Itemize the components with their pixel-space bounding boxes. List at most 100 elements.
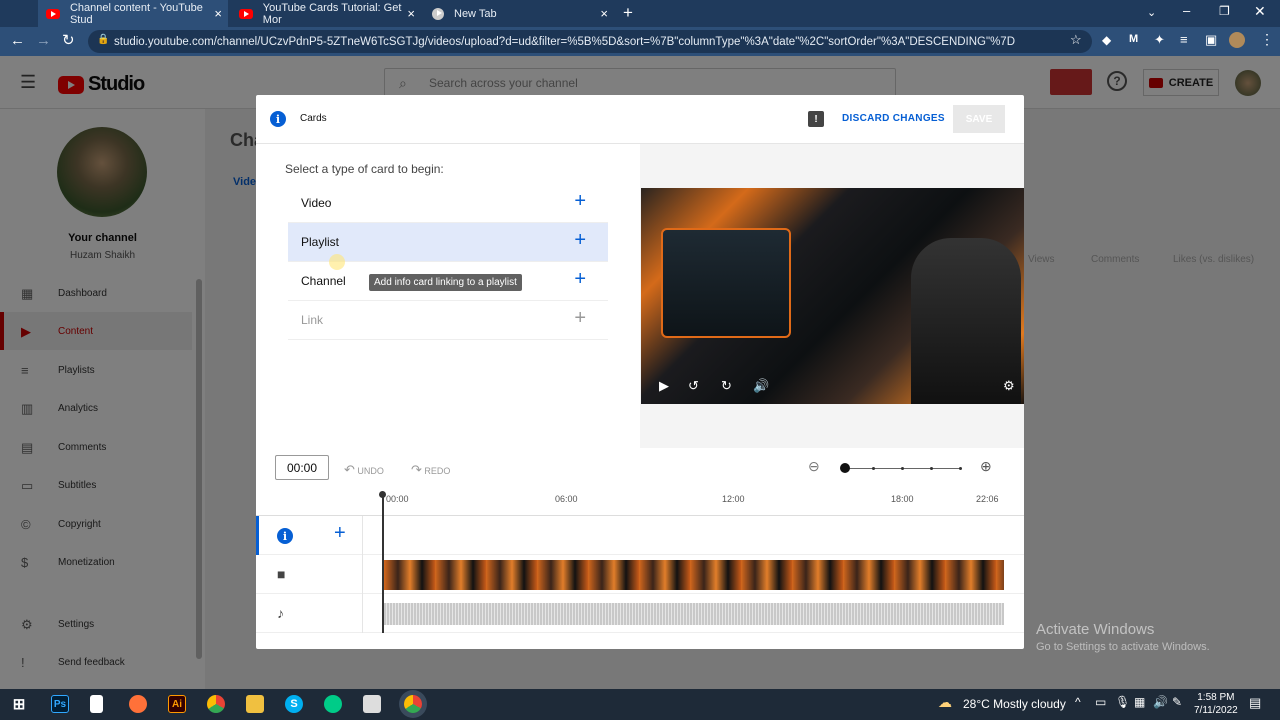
video-thumbnails-strip[interactable] <box>384 560 1004 590</box>
info-card-icon: i <box>277 528 293 544</box>
back-icon[interactable]: ← <box>10 32 25 49</box>
tab-search-icon[interactable]: ⌄ <box>1147 6 1156 19</box>
card-type-link[interactable]: Link + <box>288 301 608 340</box>
add-icon[interactable]: + <box>574 190 586 213</box>
audio-waveform[interactable] <box>384 603 1004 625</box>
restore-icon[interactable]: ❐ <box>1219 4 1230 18</box>
tab-title: YouTube Cards Tutorial: Get Mor <box>262 1 402 26</box>
forward-icon[interactable]: → <box>36 32 51 49</box>
video-frame-screen <box>661 228 791 338</box>
video-player[interactable]: ▶ ↺ ↻ 🔊 ⚙ <box>641 188 1024 404</box>
card-type-label: Channel <box>301 274 346 288</box>
chrome-favicon-icon <box>432 7 444 20</box>
file-explorer-icon[interactable] <box>246 695 264 713</box>
profile-avatar[interactable] <box>1229 32 1245 48</box>
bookmark-star-icon[interactable]: ☆ <box>1070 32 1082 48</box>
ruler-tick: 12:00 <box>722 494 745 504</box>
cards-editor-dialog: i Cards ! DISCARD CHANGES SAVE Select a … <box>256 95 1024 649</box>
dialog-title: Cards <box>300 113 327 124</box>
info-icon: i <box>270 111 286 127</box>
system-clock[interactable]: 1:58 PM 7/11/2022 <box>1194 691 1238 717</box>
rewind-icon[interactable]: ↺ <box>688 378 699 394</box>
undo-label: UNDO <box>357 466 384 476</box>
redo-label: REDO <box>424 466 451 476</box>
volume-icon[interactable]: 🔊 <box>753 378 769 394</box>
minimize-icon[interactable]: – <box>1183 3 1190 18</box>
music-note-icon: ♪ <box>277 605 284 621</box>
weather-text[interactable]: 28°C Mostly cloudy <box>963 697 1066 711</box>
side-panel-icon[interactable]: ▣ <box>1205 32 1217 48</box>
pen-icon[interactable]: ✎ <box>1172 695 1182 709</box>
tab-new-tab[interactable]: New Tab × <box>424 0 614 27</box>
card-type-prompt: Select a type of card to begin: <box>285 162 444 176</box>
youtube-favicon-icon <box>239 8 253 19</box>
zoom-in-icon[interactable]: ⊕ <box>980 458 992 475</box>
play-icon[interactable]: ▶ <box>659 378 669 394</box>
zoom-step-dot <box>930 467 933 470</box>
playhead[interactable] <box>382 493 384 633</box>
undo-button[interactable]: ↶ UNDO <box>344 462 384 478</box>
tab-cards-tutorial[interactable]: YouTube Cards Tutorial: Get Mor × <box>231 0 421 27</box>
add-icon[interactable]: + <box>574 268 586 291</box>
save-button[interactable]: SAVE <box>953 105 1005 133</box>
activation-watermark-subtitle: Go to Settings to activate Windows. <box>1036 641 1210 653</box>
firefox-icon[interactable] <box>129 695 147 713</box>
notepad-icon[interactable] <box>363 695 381 713</box>
cards-track[interactable]: i + <box>256 516 1024 555</box>
playhead-handle[interactable] <box>379 491 386 498</box>
extension-icon[interactable]: ◆ <box>1102 33 1111 47</box>
discard-changes-button[interactable]: DISCARD CHANGES <box>842 113 945 124</box>
file-icon[interactable] <box>90 695 103 713</box>
track-selected-indicator <box>256 516 259 555</box>
more-menu-icon[interactable]: ⋮ <box>1260 31 1274 48</box>
photoshop-icon[interactable]: Ps <box>51 695 69 713</box>
cards-track-header: i + <box>256 516 363 555</box>
new-tab-button[interactable]: + <box>623 3 633 23</box>
timecode-input[interactable]: 00:00 <box>275 455 329 480</box>
add-icon[interactable]: + <box>574 307 586 330</box>
reading-list-icon[interactable]: ≡ <box>1180 32 1188 47</box>
close-tab-icon[interactable]: × <box>407 6 415 21</box>
network-icon[interactable]: ▦ <box>1134 695 1145 709</box>
reload-icon[interactable]: ↻ <box>62 31 75 49</box>
close-tab-icon[interactable]: × <box>214 6 222 21</box>
address-bar[interactable]: 🔒 studio.youtube.com/channel/UCzvPdnP5-5… <box>88 30 1092 53</box>
windows-start-icon[interactable]: ⊞ <box>10 695 28 713</box>
illustrator-icon[interactable]: Ai <box>168 695 186 713</box>
speaker-icon[interactable]: 🔊 <box>1153 695 1168 709</box>
chrome-icon[interactable] <box>207 695 225 713</box>
tray-device-icon[interactable]: ▭ <box>1095 695 1106 709</box>
tray-chevron-icon[interactable]: ^ <box>1075 695 1081 709</box>
forward-icon[interactable]: ↻ <box>721 378 732 394</box>
gmail-extension-icon[interactable]: M <box>1129 33 1138 45</box>
zoom-out-icon[interactable]: ⊖ <box>808 458 820 475</box>
edge-icon[interactable] <box>324 695 342 713</box>
ruler-tick: 00:00 <box>386 494 409 504</box>
clock-time: 1:58 PM <box>1197 692 1235 703</box>
feedback-icon[interactable]: ! <box>808 111 824 127</box>
weather-icon: ☁ <box>938 694 952 710</box>
close-window-icon[interactable]: ✕ <box>1254 3 1266 20</box>
zoom-step-dot <box>872 467 875 470</box>
close-tab-icon[interactable]: × <box>600 6 608 21</box>
card-type-video[interactable]: Video + <box>288 184 608 223</box>
skype-icon[interactable]: S <box>285 695 303 713</box>
youtube-favicon-icon <box>46 8 60 19</box>
zoom-step-dot <box>959 467 962 470</box>
add-icon[interactable]: + <box>574 229 586 252</box>
notifications-icon[interactable]: ▤ <box>1249 695 1261 711</box>
zoom-slider-handle[interactable] <box>840 463 850 473</box>
redo-button[interactable]: ↷ REDO <box>411 462 450 478</box>
microphone-icon[interactable]: 🎙 <box>1115 695 1130 709</box>
puzzle-icon[interactable]: ✦ <box>1154 32 1165 48</box>
chrome-active-icon[interactable] <box>404 695 422 713</box>
video-track-icon: ■ <box>277 566 286 582</box>
settings-gear-icon[interactable]: ⚙ <box>1003 378 1015 394</box>
zoom-step-dot <box>901 467 904 470</box>
tab-channel-content[interactable]: Channel content - YouTube Stud × <box>38 0 228 27</box>
activation-watermark-title: Activate Windows <box>1036 621 1155 638</box>
video-track-header: ■ <box>256 555 363 594</box>
browser-tab-bar: Channel content - YouTube Stud × YouTube… <box>0 0 1280 27</box>
add-card-button[interactable]: + <box>334 522 346 545</box>
ruler-tick: 18:00 <box>891 494 914 504</box>
